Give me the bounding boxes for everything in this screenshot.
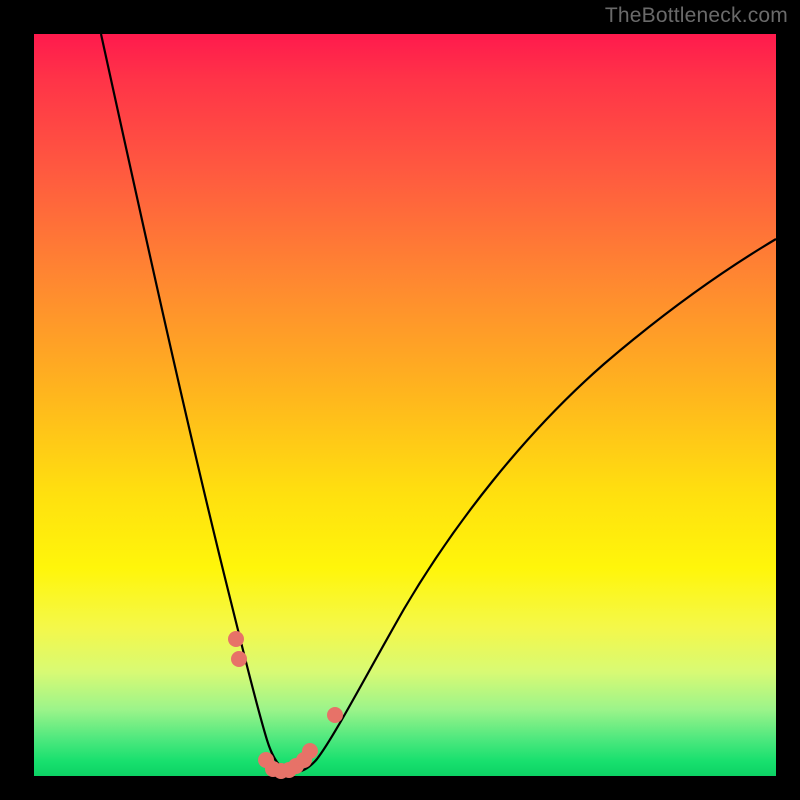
chart-frame: TheBottleneck.com	[0, 0, 800, 800]
marker-dot	[302, 743, 318, 759]
bottleneck-curve-svg	[34, 34, 776, 776]
bottleneck-curve-path	[101, 34, 776, 772]
marker-dot	[228, 631, 244, 647]
plot-area	[34, 34, 776, 776]
marker-dot	[231, 651, 247, 667]
marker-dot	[327, 707, 343, 723]
watermark-text: TheBottleneck.com	[605, 4, 788, 28]
curve-markers	[228, 631, 343, 779]
